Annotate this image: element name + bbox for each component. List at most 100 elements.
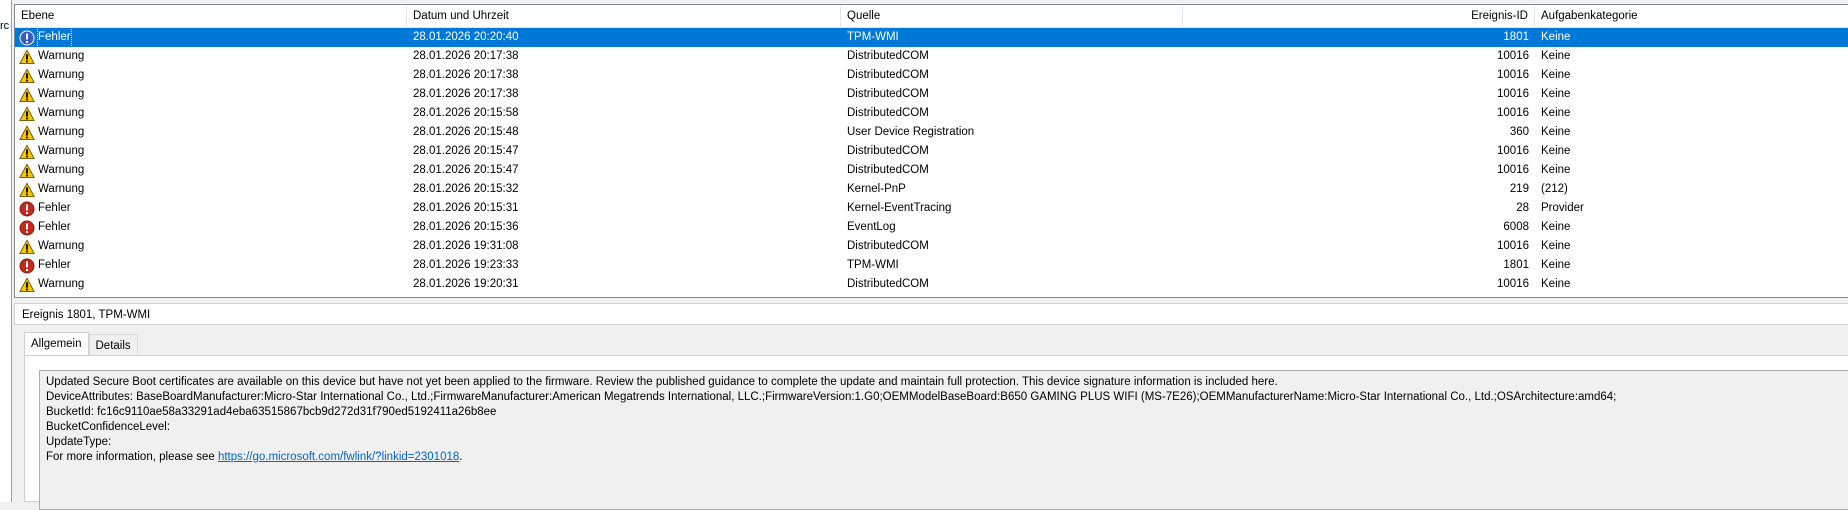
event-row[interactable]: Fehler 28.01.2026 19:23:33 TPM-WMI 1801 Kein…: [15, 256, 1848, 275]
event-date: 28.01.2026 20:15:47: [413, 145, 519, 157]
event-level-cell: Warnung: [15, 66, 407, 85]
event-level-cell: Warnung: [15, 142, 407, 161]
event-date: 28.01.2026 20:15:32: [413, 183, 519, 195]
event-level: Fehler: [38, 221, 71, 233]
event-source: DistributedCOM: [847, 88, 929, 100]
message-more-info: For more information, please see https:/…: [46, 450, 1843, 465]
event-row[interactable]: Warnung 28.01.2026 20:15:47 DistributedCOM…: [15, 142, 1848, 161]
general-tab-panel: Updated Secure Boot certificates are ava…: [24, 355, 1848, 510]
event-source: Kernel-EventTracing: [847, 202, 952, 214]
event-category: Keine: [1541, 164, 1571, 176]
column-header-date[interactable]: Datum und Uhrzeit: [407, 5, 841, 27]
event-date: 28.01.2026 19:20:31: [413, 278, 519, 290]
event-level: Warnung: [38, 164, 85, 176]
event-row[interactable]: Warnung 28.01.2026 20:15:48 User Device Re…: [15, 123, 1848, 142]
event-source: EventLog: [847, 221, 896, 233]
event-date: 28.01.2026 20:15:48: [413, 126, 519, 138]
event-row[interactable]: Warnung 28.01.2026 20:15:32 Kernel-PnP 219 (…: [15, 180, 1848, 199]
event-row[interactable]: Warnung 28.01.2026 20:15:58 DistributedCOM…: [15, 104, 1848, 123]
event-row[interactable]: Fehler 28.01.2026 20:15:36 EventLog 6008 Kei…: [15, 218, 1848, 237]
event-id: 10016: [1497, 50, 1529, 62]
tab-details[interactable]: Details: [88, 334, 138, 356]
event-level: Warnung: [38, 69, 85, 81]
event-rows: Fehler 28.01.2026 20:20:40 TPM-WMI 1801 Kein…: [15, 28, 1848, 294]
event-list-header: Ebene Datum und Uhrzeit Quelle Ereignis-…: [15, 5, 1848, 28]
error-icon: [19, 220, 35, 236]
error-icon: [19, 258, 35, 274]
event-level-cell: Warnung: [15, 104, 407, 123]
event-level-cell: Warnung: [15, 275, 407, 294]
warning-icon: [19, 277, 35, 293]
event-level: Warnung: [38, 50, 85, 62]
event-source: DistributedCOM: [847, 50, 929, 62]
event-id: 360: [1509, 126, 1529, 138]
event-category: (212): [1541, 183, 1568, 195]
event-level: Fehler: [37, 28, 72, 47]
event-category: Keine: [1541, 278, 1571, 290]
event-row[interactable]: Warnung 28.01.2026 20:15:47 DistributedCOM…: [15, 161, 1848, 180]
event-level-cell: Warnung: [15, 237, 407, 256]
event-id: 10016: [1497, 88, 1529, 100]
event-level: Warnung: [38, 240, 85, 252]
event-level: Warnung: [38, 107, 85, 119]
event-level: Fehler: [38, 259, 71, 271]
column-header-event-id[interactable]: Ereignis-ID: [1183, 5, 1535, 27]
event-source: User Device Registration: [847, 126, 975, 138]
event-date: 28.01.2026 20:17:38: [413, 88, 519, 100]
event-category: Keine: [1541, 69, 1571, 81]
event-level-cell: Warnung: [15, 180, 407, 199]
event-date: 28.01.2026 20:15:36: [413, 221, 519, 233]
warning-icon: [19, 106, 35, 122]
event-level-cell: Warnung: [15, 123, 407, 142]
left-pane-edge: rc: [0, 0, 12, 502]
event-category: Keine: [1541, 50, 1571, 62]
event-category: Keine: [1541, 221, 1571, 233]
detail-tabs: Allgemein Details: [24, 332, 138, 356]
event-row[interactable]: Fehler 28.01.2026 20:15:31 Kernel-EventTra…: [15, 199, 1848, 218]
more-info-prefix: For more information, please see: [46, 451, 218, 463]
event-id: 1801: [1503, 259, 1529, 271]
event-id: 10016: [1497, 164, 1529, 176]
column-header-source[interactable]: Quelle: [841, 5, 1183, 27]
event-row[interactable]: Warnung 28.01.2026 19:31:08 DistributedCOM…: [15, 237, 1848, 256]
event-id: 10016: [1497, 278, 1529, 290]
event-row[interactable]: Warnung 28.01.2026 20:17:38 DistributedCOM…: [15, 85, 1848, 104]
message-bucket-confidence: BucketConfidenceLevel:: [46, 421, 171, 433]
warning-icon: [19, 68, 35, 84]
event-level-cell: Fehler: [15, 28, 407, 47]
event-category: Keine: [1541, 31, 1571, 43]
left-pane-text-fragment: rc: [0, 20, 10, 32]
column-header-category[interactable]: Aufgabenkategorie: [1535, 5, 1848, 27]
event-level: Warnung: [38, 183, 85, 195]
event-date: 28.01.2026 20:15:47: [413, 164, 519, 176]
event-source: DistributedCOM: [847, 278, 929, 290]
message-line: Updated Secure Boot certificates are ava…: [46, 376, 1278, 388]
event-date: 28.01.2026 20:17:38: [413, 50, 519, 62]
event-row[interactable]: Fehler 28.01.2026 20:20:40 TPM-WMI 1801 Kein…: [15, 28, 1848, 47]
warning-icon: [19, 163, 35, 179]
warning-icon: [19, 182, 35, 198]
event-level: Warnung: [38, 145, 85, 157]
event-category: Keine: [1541, 88, 1571, 100]
warning-icon: [19, 144, 35, 160]
event-source: DistributedCOM: [847, 240, 929, 252]
event-row[interactable]: Warnung 28.01.2026 20:17:38 DistributedCOM…: [15, 47, 1848, 66]
event-list[interactable]: Ebene Datum und Uhrzeit Quelle Ereignis-…: [14, 4, 1848, 298]
tab-general[interactable]: Allgemein: [24, 332, 89, 356]
event-row[interactable]: Warnung 28.01.2026 19:20:31 DistributedCOM…: [15, 275, 1848, 294]
event-category: Keine: [1541, 145, 1571, 157]
event-category: Keine: [1541, 240, 1571, 252]
event-source: TPM-WMI: [847, 31, 899, 43]
warning-icon: [19, 239, 35, 255]
event-date: 28.01.2026 19:31:08: [413, 240, 519, 252]
event-level: Fehler: [38, 202, 71, 214]
event-id: 1801: [1503, 31, 1529, 43]
event-level-cell: Warnung: [15, 47, 407, 66]
event-source: DistributedCOM: [847, 164, 929, 176]
more-info-link[interactable]: https://go.microsoft.com/fwlink/?linkid=…: [218, 451, 459, 463]
event-level: Warnung: [38, 88, 85, 100]
event-message-text[interactable]: Updated Secure Boot certificates are ava…: [39, 370, 1848, 510]
event-category: Keine: [1541, 126, 1571, 138]
event-row[interactable]: Warnung 28.01.2026 20:17:38 DistributedCOM…: [15, 66, 1848, 85]
column-header-level[interactable]: Ebene: [15, 5, 407, 27]
